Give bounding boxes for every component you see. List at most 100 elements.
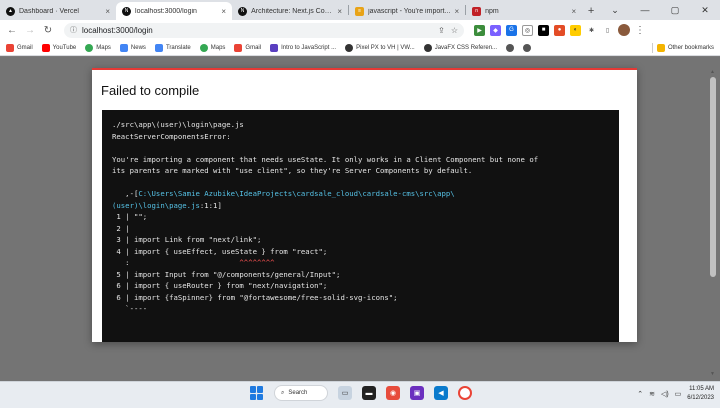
tab-title: Architecture: Next.js Com... (251, 7, 334, 15)
bookmark-star-icon[interactable]: ☆ (451, 26, 458, 35)
clock-time: 11:05 AM (689, 386, 714, 392)
tab-architecture-nextjs[interactable]: N Architecture: Next.js Com... × (232, 2, 348, 20)
share-icon[interactable]: ⇪ (438, 26, 445, 35)
forward-icon[interactable]: → (22, 22, 38, 38)
system-tray: ⌃ ≋ ◁) ▭ 11:05 AM 6/12/2023 (637, 385, 714, 403)
tab-search-icon[interactable]: ⌄ (600, 5, 630, 16)
bookmark-pixel-px[interactable]: Pixel PX to VH | VW... (345, 43, 415, 52)
tab-vercel-dashboard[interactable]: ▲ Dashboard · Vercel × (0, 2, 116, 20)
extension-icon[interactable]: ● (554, 24, 565, 36)
bookmark-translate[interactable]: Translate (154, 43, 191, 52)
scrollbar-thumb[interactable] (710, 77, 716, 277)
extension-icon[interactable]: ▶ (474, 24, 485, 36)
address-bar[interactable]: ⓘ localhost:3000/login ⇪ ☆ (64, 22, 464, 38)
bookmark-label: JavaFX CSS Referen... (434, 44, 498, 51)
task-view-icon[interactable]: ▭ (338, 386, 352, 400)
intellij-icon[interactable]: ▣ (410, 386, 424, 400)
clock-date: 6/12/2023 (687, 395, 714, 401)
tab-localhost-login[interactable]: N localhost:3000/login × (116, 2, 233, 20)
extension-icon[interactable]: ◆ (490, 24, 501, 36)
path-suffix: :1:1] (199, 200, 222, 210)
news-icon (119, 43, 128, 52)
file-path-link[interactable]: C:\Users\Samie Azubike\IdeaProjects\card… (138, 189, 454, 198)
bookmark-gmail-2[interactable]: Gmail (234, 43, 262, 52)
marker: : (112, 258, 130, 267)
maximize-button[interactable]: ▢ (660, 5, 690, 16)
globe-icon (423, 43, 432, 52)
tab-npm[interactable]: n npm × (466, 2, 582, 20)
bookmark-maps[interactable]: Maps (85, 43, 111, 52)
extension-icon[interactable]: ◐ (570, 24, 581, 36)
clock[interactable]: 11:05 AM 6/12/2023 (687, 385, 714, 403)
avatar[interactable] (618, 24, 630, 36)
windows-start-icon[interactable] (250, 386, 264, 400)
tab-title: npm (485, 7, 499, 15)
bookmark-news[interactable]: News (119, 43, 146, 52)
extension-icon[interactable]: ■ (538, 24, 549, 36)
bookmark-label: Pixel PX to VH | VW... (356, 44, 415, 51)
bookmark-label: Maps (96, 44, 111, 51)
puzzle-icon[interactable]: ✱ (586, 24, 597, 36)
file-path-line: (user)\login\page.js:1:1] (112, 200, 609, 212)
code-line: 2 | (112, 223, 130, 233)
minimize-button[interactable]: — (630, 5, 660, 15)
more-menu-icon[interactable]: ⋮ (635, 25, 645, 36)
close-icon[interactable]: × (337, 7, 342, 16)
file-path-line: ,-[C:\Users\Samie Azubike\IdeaProjects\c… (112, 188, 609, 200)
sidepanel-icon[interactable]: ▯ (602, 24, 613, 36)
close-icon[interactable]: × (571, 7, 576, 16)
scroll-down-icon[interactable]: ▼ (710, 371, 715, 377)
close-icon[interactable]: × (454, 7, 459, 16)
wifi-icon[interactable]: ≋ (649, 390, 655, 398)
translate-icon (154, 43, 163, 52)
volume-icon[interactable]: ◁) (661, 390, 669, 398)
globe-icon (345, 43, 354, 52)
close-icon[interactable]: × (221, 7, 226, 16)
battery-icon[interactable]: ▭ (675, 390, 682, 398)
new-tab-button[interactable]: + (582, 2, 600, 20)
code-line: 5 | import Input from "@/components/gene… (112, 269, 341, 279)
url-text[interactable]: localhost:3000/login (82, 26, 153, 35)
youtube-icon (41, 43, 50, 52)
gmail-icon (234, 43, 243, 52)
close-window-button[interactable]: ✕ (690, 5, 720, 16)
taskbar-search[interactable]: ⌕ Search (274, 385, 328, 401)
chevron-up-icon[interactable]: ⌃ (637, 390, 643, 398)
bookmark-intro-js[interactable]: Intro to JavaScript ... (270, 43, 337, 52)
vscode-icon[interactable]: ◀ (434, 386, 448, 400)
page-overlay: Failed to compile ./src\app\(user)\login… (0, 57, 720, 381)
stackoverflow-icon: ≡ (355, 6, 365, 16)
tab-title: javascript - You're import... (368, 7, 451, 15)
back-icon[interactable]: ← (4, 22, 20, 38)
terminal-icon[interactable]: ▬ (362, 386, 376, 400)
search-icon: ⌕ (281, 389, 285, 396)
chrome-icon[interactable] (458, 386, 472, 400)
bookmark-label: Intro to JavaScript ... (281, 44, 337, 51)
file-path-link[interactable]: (user)\login\page.js (112, 201, 200, 210)
close-icon[interactable]: × (105, 7, 110, 16)
bookmark-maps-2[interactable]: Maps (199, 43, 225, 52)
error-title: Failed to compile (101, 83, 200, 98)
other-bookmarks[interactable]: Other bookmarks (656, 43, 714, 52)
tab-stackoverflow[interactable]: ≡ javascript - You're import... × (349, 2, 465, 20)
site-info-icon[interactable]: ⓘ (70, 25, 77, 35)
reload-icon[interactable]: ↻ (40, 22, 56, 38)
extension-icon[interactable]: ◎ (522, 24, 533, 36)
vercel-icon: ▲ (6, 6, 15, 16)
bookmark-globe-2[interactable] (523, 43, 532, 52)
bookmark-divider (651, 42, 653, 53)
bookmark-gmail[interactable]: Gmail (6, 43, 33, 52)
bookmark-label: Gmail (245, 44, 262, 51)
globe-icon (523, 43, 532, 52)
error-line: ./src\app\(user)\login\page.js (112, 120, 244, 129)
bookmark-javafx[interactable]: JavaFX CSS Referen... (423, 43, 498, 52)
scroll-up-icon[interactable]: ▲ (710, 69, 715, 75)
code-line: 6 | import { useRouter } from "next/navi… (112, 281, 328, 290)
app-icon[interactable]: ◉ (386, 386, 400, 400)
bookmark-youtube[interactable]: YouTube (41, 43, 76, 52)
extension-icon[interactable]: G (506, 24, 517, 36)
error-line: You're importing a component that needs … (112, 154, 539, 164)
bookmark-globe[interactable] (506, 43, 515, 52)
